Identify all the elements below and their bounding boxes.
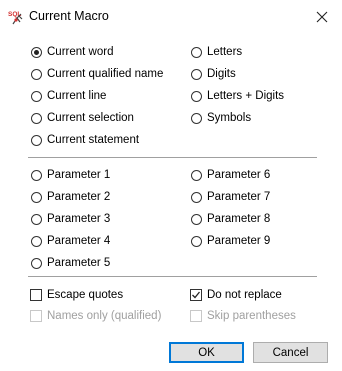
radio-parameter-2[interactable]: Parameter 2 (31, 189, 110, 205)
checkbox[interactable] (190, 310, 202, 322)
radio-letters[interactable]: Letters (191, 44, 242, 60)
radio-label: Parameter 1 (47, 169, 111, 181)
radio-button[interactable] (31, 213, 42, 225)
cancel-button[interactable]: Cancel (253, 342, 328, 363)
radio-button[interactable] (31, 90, 42, 102)
radio-parameter-8[interactable]: Parameter 8 (191, 211, 270, 227)
window-title: Current Macro (29, 9, 109, 23)
radio-label: Letters + Digits (207, 90, 285, 102)
radio-parameter-6[interactable]: Parameter 6 (191, 167, 270, 183)
radio-button[interactable] (31, 257, 42, 269)
radio-label: Parameter 8 (207, 213, 271, 225)
radio-current-line[interactable]: Current line (31, 88, 106, 104)
radio-button[interactable] (191, 68, 202, 80)
radio-symbols[interactable]: Symbols (191, 110, 251, 126)
radio-label: Parameter 5 (47, 257, 111, 269)
radio-label: Parameter 6 (207, 169, 271, 181)
radio-button[interactable] (191, 235, 202, 247)
radio-button[interactable] (31, 134, 42, 146)
radio-parameter-4[interactable]: Parameter 4 (31, 233, 110, 249)
separator (28, 157, 317, 158)
radio-label: Current line (47, 90, 107, 102)
radio-letters-digits[interactable]: Letters + Digits (191, 88, 284, 104)
radio-parameter-7[interactable]: Parameter 7 (191, 189, 270, 205)
radio-button[interactable] (191, 191, 202, 203)
radio-label: Parameter 7 (207, 191, 271, 203)
radio-label: Current selection (47, 112, 134, 124)
checkbox-label: Names only (qualified) (47, 310, 162, 322)
ok-button[interactable]: OK (169, 342, 244, 363)
radio-label: Parameter 4 (47, 235, 111, 247)
radio-button[interactable] (191, 46, 202, 58)
radio-label: Current word (47, 46, 114, 58)
radio-button[interactable] (31, 68, 42, 80)
radio-button[interactable] (191, 169, 202, 181)
separator (28, 276, 317, 277)
radio-current-qualified-name[interactable]: Current qualified name (31, 66, 163, 82)
sql-icon: SQL (8, 11, 23, 25)
radio-current-statement[interactable]: Current statement (31, 132, 139, 148)
radio-parameter-3[interactable]: Parameter 3 (31, 211, 110, 227)
radio-parameter-1[interactable]: Parameter 1 (31, 167, 110, 183)
radio-button[interactable] (31, 112, 42, 124)
radio-label: Parameter 9 (207, 235, 271, 247)
radio-current-word[interactable]: Current word (31, 44, 113, 60)
checkmark-icon (192, 291, 201, 299)
radio-digits[interactable]: Digits (191, 66, 236, 82)
radio-label: Current qualified name (47, 68, 164, 80)
radio-current-selection[interactable]: Current selection (31, 110, 134, 126)
title-bar: SQL Current Macro (0, 0, 342, 34)
close-button[interactable] (302, 0, 342, 34)
checkbox-escape-quotes[interactable]: Escape quotes (30, 287, 123, 303)
radio-label: Parameter 2 (47, 191, 111, 203)
radio-label: Digits (207, 68, 236, 80)
checkbox-do-not-replace[interactable]: Do not replace (190, 287, 282, 303)
radio-button[interactable] (31, 191, 42, 203)
checkbox-label: Skip parentheses (207, 310, 296, 322)
close-icon (316, 11, 328, 23)
checkbox-skip-parentheses[interactable]: Skip parentheses (190, 308, 296, 324)
radio-button[interactable] (191, 213, 202, 225)
radio-button[interactable] (31, 235, 42, 247)
checkbox-label: Do not replace (207, 289, 282, 301)
radio-label: Letters (207, 46, 243, 58)
radio-button[interactable] (31, 46, 42, 58)
checkbox[interactable] (30, 310, 42, 322)
radio-parameter-5[interactable]: Parameter 5 (31, 255, 110, 271)
checkbox-label: Escape quotes (47, 289, 124, 301)
radio-label: Parameter 3 (47, 213, 111, 225)
checkbox-names-only[interactable]: Names only (qualified) (30, 308, 161, 324)
radio-label: Symbols (207, 112, 252, 124)
checkbox[interactable] (190, 289, 202, 301)
radio-button[interactable] (191, 112, 202, 124)
radio-label: Current statement (47, 134, 140, 146)
radio-button[interactable] (31, 169, 42, 181)
checkbox[interactable] (30, 289, 42, 301)
radio-parameter-9[interactable]: Parameter 9 (191, 233, 270, 249)
radio-button[interactable] (191, 90, 202, 102)
